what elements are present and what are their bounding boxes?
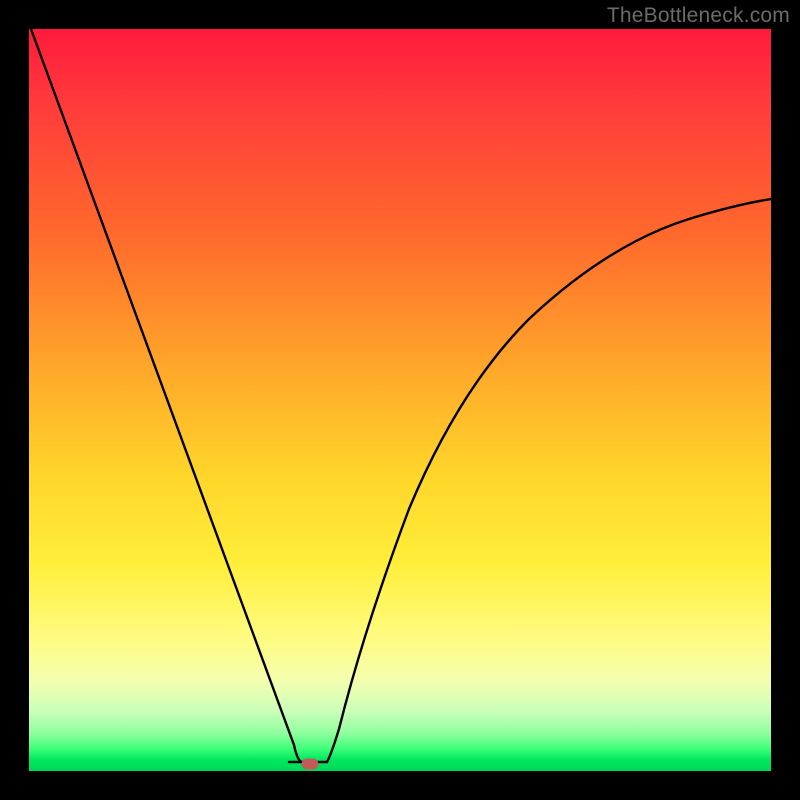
plot-area [29, 29, 771, 771]
chart-frame: TheBottleneck.com [0, 0, 800, 800]
bottleneck-marker [302, 759, 319, 770]
curve-left-branch [31, 29, 314, 762]
bottleneck-curve [29, 29, 771, 771]
watermark-text: TheBottleneck.com [607, 4, 790, 28]
curve-right-branch [327, 199, 771, 762]
